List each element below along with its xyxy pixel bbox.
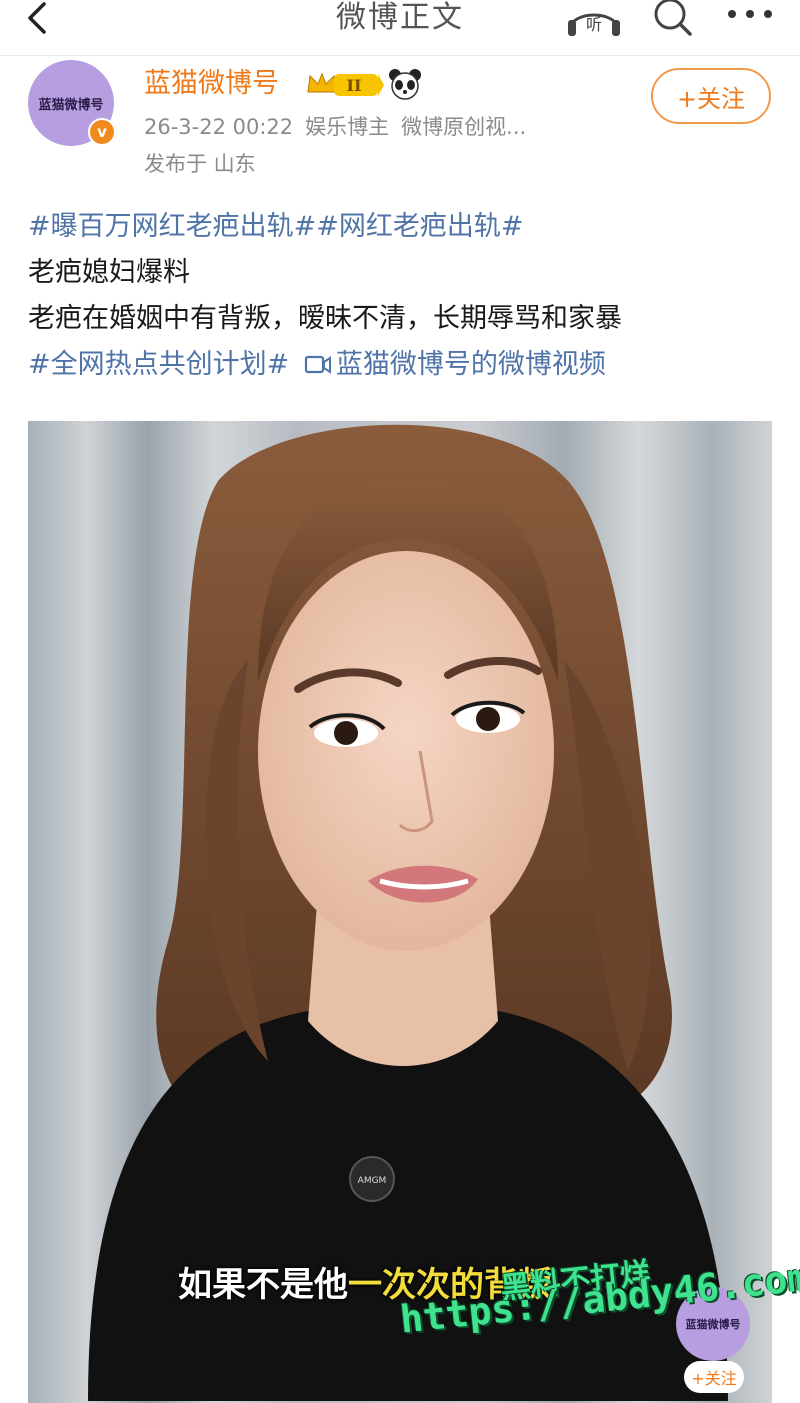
video-link[interactable]: 蓝猫微博号的微博视频: [336, 349, 606, 380]
avatar-text: 蓝猫微博号: [38, 97, 104, 113]
post-location: 发布于 山东: [144, 152, 256, 176]
post-body: #曝百万网红老疤出轨##网红老疤出轨# 老疤媳妇爆料 老疤在婚姻中有背叛，暧昧不…: [28, 204, 778, 388]
video-player[interactable]: AMGM 如果不是他一次次的背叛 蓝猫微博号 +关注: [28, 421, 772, 1403]
video-follow-button[interactable]: +关注: [684, 1361, 744, 1393]
hashtag-link[interactable]: #全网热点共创计划#: [28, 349, 289, 380]
post-meta: 26-3-22 00:22 娱乐博主 微博原创视...: [144, 112, 538, 142]
verified-icon: v: [88, 118, 116, 146]
more-dots-icon: [728, 10, 772, 18]
post-date: 26-3-22 00:22: [144, 115, 294, 139]
subtitle-white: 如果不是他: [178, 1265, 348, 1305]
search-icon: [654, 0, 692, 36]
listen-headphones-icon: 听: [568, 13, 620, 36]
video-camera-icon: [304, 355, 331, 374]
post-text-line: 老疤媳妇爆料: [28, 257, 190, 288]
listen-label: 听: [586, 15, 602, 34]
panda-icon: [389, 69, 421, 100]
follow-button[interactable]: +关注: [651, 68, 771, 124]
hashtag-line[interactable]: #曝百万网红老疤出轨##网红老疤出轨#: [28, 204, 778, 250]
mic-label: AMGM: [358, 1176, 387, 1186]
author-category: 娱乐博主: [305, 115, 390, 139]
more-button[interactable]: [724, 0, 776, 40]
search-button[interactable]: [648, 0, 696, 40]
video-frame: AMGM: [28, 421, 772, 1403]
post-text-line: 老疤在婚姻中有背叛，暧昧不清，长期辱骂和家暴: [28, 303, 622, 334]
author-name[interactable]: 蓝猫微博号: [144, 66, 279, 102]
level-badge: II: [347, 76, 362, 95]
crown-badge-icon: II: [307, 72, 384, 96]
listen-button[interactable]: 听: [566, 0, 622, 40]
top-nav-bar: 微博正文 听: [0, 0, 800, 56]
post-source: 微博原创视...: [401, 115, 527, 139]
